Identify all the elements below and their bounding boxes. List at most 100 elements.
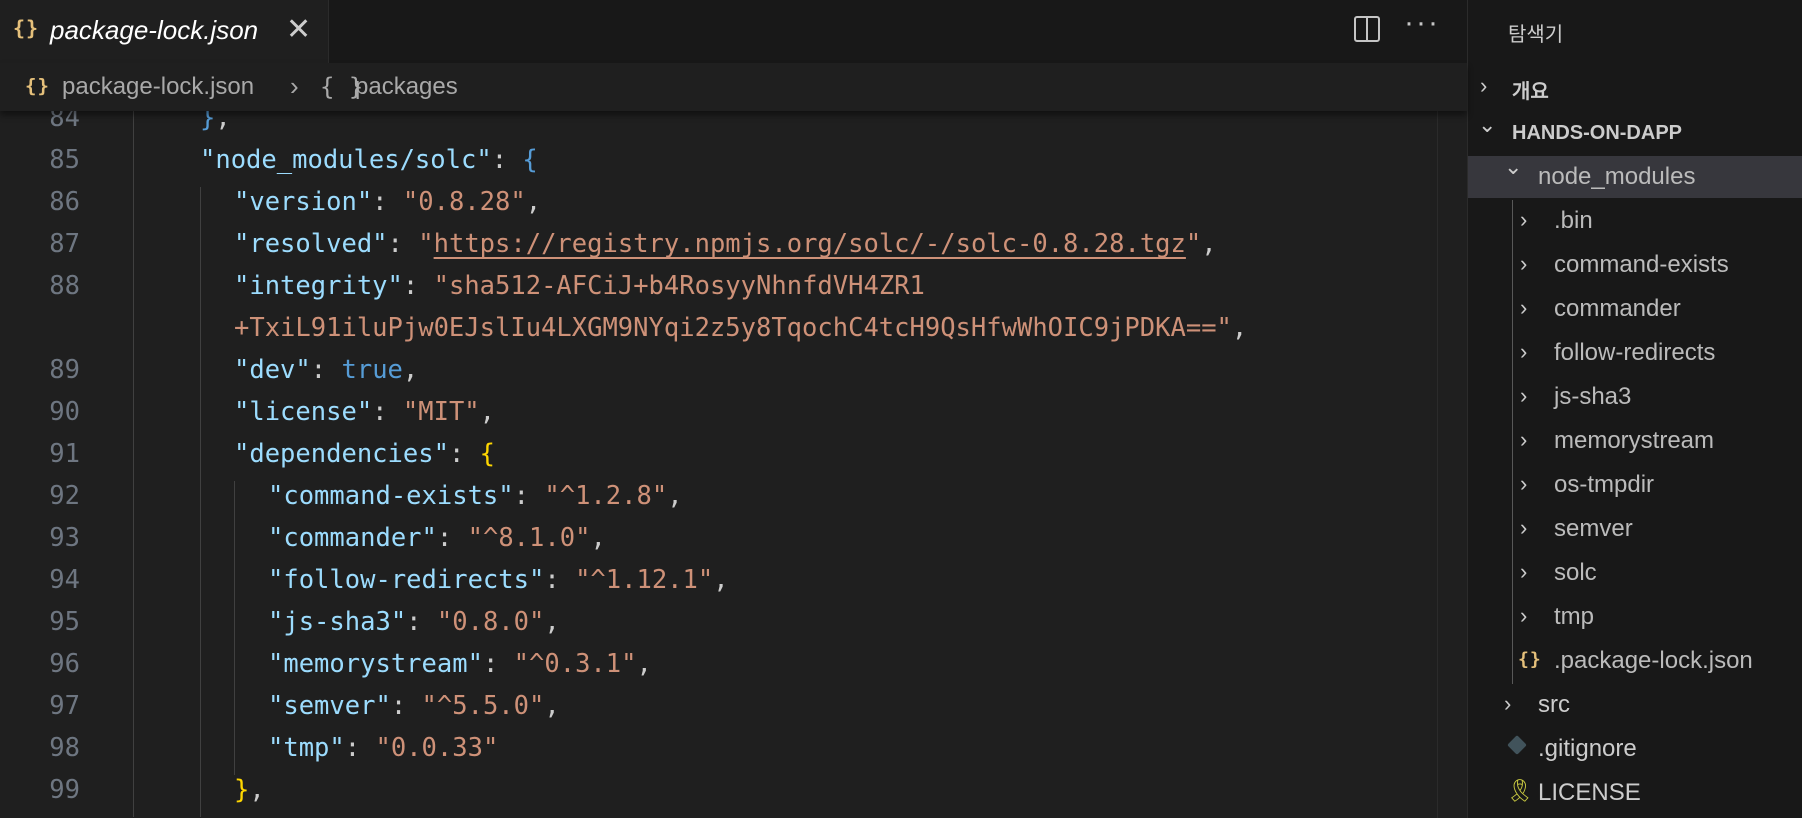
tree-item-semver[interactable]: semver bbox=[1468, 508, 1802, 552]
tree-item-license[interactable]: 🎗 LICENSE bbox=[1468, 772, 1802, 814]
code-token: "command-exists" bbox=[268, 481, 514, 511]
tree-item-label: src bbox=[1538, 691, 1570, 718]
code-token: , bbox=[544, 691, 560, 721]
chevron-right-icon bbox=[1520, 207, 1527, 233]
line-number: 96 bbox=[49, 649, 80, 679]
more-actions-icon[interactable]: ··· bbox=[1404, 6, 1440, 40]
indent-guide bbox=[234, 733, 235, 775]
tree-item-memorystream[interactable]: memorystream bbox=[1468, 420, 1802, 464]
breadcrumb-packages[interactable]: packages bbox=[355, 73, 458, 101]
tree-item-commander[interactable]: commander bbox=[1468, 288, 1802, 332]
code-token: : bbox=[310, 355, 342, 385]
code-line[interactable]: 98 "tmp": "0.0.33" bbox=[0, 733, 1440, 775]
code-token: , bbox=[402, 355, 419, 385]
tree-item-node-modules[interactable]: node_modules bbox=[1468, 156, 1802, 198]
code-token: "^8.1.0" bbox=[467, 523, 591, 553]
code-token: "0.8.28" bbox=[402, 187, 526, 217]
code-token: : bbox=[372, 187, 403, 217]
tree-item-js-sha3[interactable]: js-sha3 bbox=[1468, 376, 1802, 420]
code-token: : bbox=[406, 607, 437, 637]
tree-item-follow-redirects[interactable]: follow-redirects bbox=[1468, 332, 1802, 376]
line-number: 98 bbox=[49, 733, 80, 763]
indent-guide bbox=[133, 481, 134, 523]
code-token: " bbox=[418, 229, 434, 259]
code-token: , bbox=[713, 565, 729, 595]
indent-guide bbox=[133, 229, 134, 271]
code-line[interactable]: 94 "follow-redirects": "^1.12.1", bbox=[0, 565, 1440, 607]
code-line[interactable]: 87 "resolved": "https://registry.npmjs.or… bbox=[0, 229, 1440, 271]
line-number: 94 bbox=[49, 565, 80, 595]
code-text: "commander": "^8.1.0", bbox=[268, 523, 606, 553]
outline-section-header[interactable]: 개요 bbox=[1468, 65, 1802, 107]
code-line[interactable]: 99}, bbox=[0, 775, 1440, 817]
code-token: , bbox=[590, 523, 606, 553]
json-braces-icon: {} bbox=[1518, 649, 1542, 670]
code-line[interactable]: 93 "commander": "^8.1.0", bbox=[0, 523, 1440, 565]
line-number: 89 bbox=[49, 355, 80, 385]
code-line[interactable]: 90 "license": "MIT", bbox=[0, 397, 1440, 439]
code-line[interactable]: 91 "dependencies": { bbox=[0, 439, 1440, 481]
tree-item-os-tmpdir[interactable]: os-tmpdir bbox=[1468, 464, 1802, 508]
code-token: , bbox=[544, 607, 560, 637]
code-token: : bbox=[544, 565, 576, 595]
code-line[interactable]: 85 "node_modules/solc": { bbox=[0, 145, 1440, 187]
tree-item-src[interactable]: src bbox=[1468, 684, 1802, 726]
vertical-scrollbar[interactable] bbox=[1437, 111, 1467, 818]
tree-item-tmp[interactable]: tmp bbox=[1468, 596, 1802, 640]
code-token: "dependencies" bbox=[234, 439, 449, 469]
code-line[interactable]: 96 "memorystream": "^0.3.1", bbox=[0, 649, 1440, 691]
code-text: "dependencies": { bbox=[234, 439, 495, 469]
indent-guide bbox=[133, 145, 134, 187]
tree-item-command-exists[interactable]: command-exists bbox=[1468, 244, 1802, 288]
tree-item-label: command-exists bbox=[1554, 251, 1729, 278]
tree-indent-guide bbox=[1512, 244, 1513, 288]
code-line[interactable]: 95 "js-sha3": "0.8.0", bbox=[0, 607, 1440, 649]
indent-guide bbox=[200, 607, 201, 649]
indent-guide bbox=[133, 271, 134, 313]
code-line[interactable]: 89 "dev": true, bbox=[0, 355, 1440, 397]
indent-guide bbox=[133, 775, 134, 817]
tab-package-lock-json[interactable]: {} package-lock.json ✕ bbox=[0, 0, 329, 63]
code-editor[interactable]: 84}, 85 "node_modules/solc": {86 "version":… bbox=[0, 103, 1467, 818]
code-token: { bbox=[522, 145, 538, 175]
chevron-right-icon bbox=[1480, 73, 1487, 99]
code-token: , bbox=[525, 187, 542, 217]
tree-item-label: .bin bbox=[1554, 207, 1593, 234]
indent-guide bbox=[133, 607, 134, 649]
code-line[interactable]: 97 "semver": "^5.5.0", bbox=[0, 691, 1440, 733]
code-token: true bbox=[341, 355, 403, 385]
indent-guide bbox=[234, 565, 235, 607]
tree-item-label: memorystream bbox=[1554, 427, 1715, 454]
line-number: 90 bbox=[49, 397, 80, 427]
close-icon[interactable]: ✕ bbox=[286, 12, 311, 47]
code-text: "follow-redirects": "^1.12.1", bbox=[268, 565, 729, 595]
tree-item-label: os-tmpdir bbox=[1554, 471, 1655, 498]
code-text: "memorystream": "^0.3.1", bbox=[268, 649, 652, 679]
license-icon: 🎗 bbox=[1506, 778, 1534, 803]
indent-guide bbox=[234, 481, 235, 523]
code-text: "js-sha3": "0.8.0", bbox=[268, 607, 560, 637]
code-line[interactable]: +TxiL91iluPjw0EJslIu4LXGM9NYqi2z5y8Tqoch… bbox=[0, 313, 1440, 355]
tree-item-gitignore[interactable]: .gitignore bbox=[1468, 728, 1802, 770]
code-token: : bbox=[436, 523, 468, 553]
code-line[interactable]: 92 "command-exists": "^1.2.8", bbox=[0, 481, 1440, 523]
code-token: : bbox=[372, 397, 403, 427]
workspace-section-header[interactable]: HANDS-ON-DAPP bbox=[1468, 112, 1802, 154]
split-editor-icon[interactable] bbox=[1354, 16, 1380, 42]
tree-item-package-lock-json[interactable]: {} .package-lock.json bbox=[1468, 640, 1802, 684]
code-line[interactable]: 88 "integrity": "sha512-AFCiJ+b4RosyyNhnf… bbox=[0, 271, 1440, 313]
code-line[interactable]: 86 "version": "0.8.28", bbox=[0, 187, 1440, 229]
code-token[interactable]: https://registry.npmjs.org/solc/-/solc-0… bbox=[434, 229, 1186, 259]
indent-guide bbox=[200, 397, 201, 439]
tree-item-solc[interactable]: solc bbox=[1468, 552, 1802, 596]
indent-guide bbox=[133, 397, 134, 439]
indent-guide bbox=[133, 187, 134, 229]
code-text: "tmp": "0.0.33" bbox=[268, 733, 498, 763]
code-token: : bbox=[513, 481, 545, 511]
breadcrumb-file[interactable]: package-lock.json bbox=[62, 73, 254, 101]
breadcrumb: {} package-lock.json › { } packages bbox=[0, 63, 1467, 111]
code-token: "license" bbox=[234, 397, 373, 427]
indent-guide bbox=[200, 691, 201, 733]
tree-item-bin[interactable]: .bin bbox=[1468, 200, 1802, 244]
code-text: "integrity": "sha512-AFCiJ+b4RosyyNhnfdV… bbox=[234, 271, 925, 301]
